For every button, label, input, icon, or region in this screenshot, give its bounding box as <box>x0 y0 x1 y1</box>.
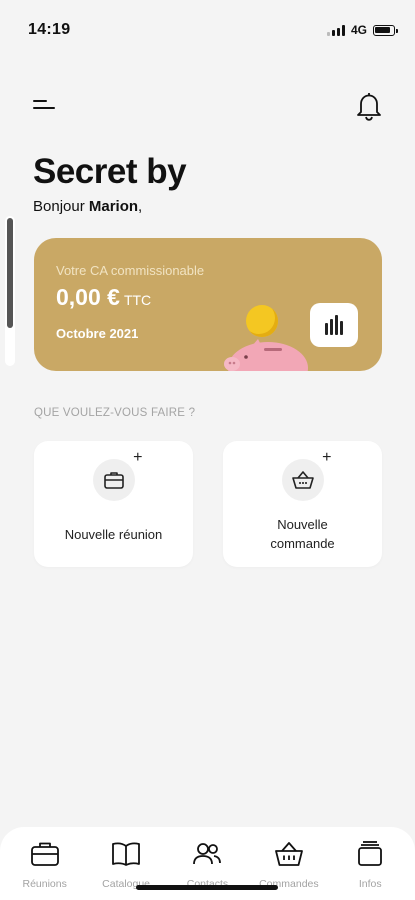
greeting-prefix: Bonjour <box>33 198 85 215</box>
nav-label: Infos <box>358 878 382 890</box>
bell-icon[interactable] <box>355 90 383 122</box>
revenue-amount: 0,00 € TTC <box>56 284 151 311</box>
book-icon <box>112 842 140 866</box>
network-type: 4G <box>350 23 367 37</box>
user-name: Marion <box>88 198 139 215</box>
revenue-label: Votre CA commissionable <box>56 263 205 278</box>
briefcase-plus-icon: + <box>92 449 143 501</box>
stack-icon <box>358 841 383 866</box>
stats-button[interactable] <box>310 303 358 347</box>
bar-chart-icon <box>325 315 343 335</box>
piggy-bank-icon <box>224 339 308 371</box>
nav-item-infos[interactable]: Infos <box>331 840 409 900</box>
signal-icon <box>326 24 345 36</box>
menu-icon[interactable] <box>33 98 57 112</box>
home-indicator[interactable] <box>136 885 278 890</box>
greeting-suffix: , <box>138 198 143 215</box>
page-title: Secret by <box>33 152 187 191</box>
nav-item-reunions[interactable]: Réunions <box>6 840 84 900</box>
new-order-card[interactable]: + Nouvelle commande <box>223 441 382 567</box>
revenue-period: Octobre 2021 <box>56 326 139 341</box>
revenue-value: 0,00 € <box>56 284 120 310</box>
revenue-card[interactable]: Votre CA commissionable 0,00 € TTC Octobr… <box>34 238 382 371</box>
plus-icon: + <box>133 449 143 466</box>
coin-icon <box>246 305 278 337</box>
nav-item-contacts[interactable]: Contacts <box>168 840 246 900</box>
nav-item-commandes[interactable]: Commandes <box>250 840 328 900</box>
nav-item-catalogue[interactable]: Catalogue <box>87 840 165 900</box>
plus-icon: + <box>322 449 332 466</box>
basket-plus-icon: + <box>281 449 332 501</box>
new-order-label: Nouvelle commande <box>270 517 335 551</box>
briefcase-icon <box>30 842 59 866</box>
status-indicators: 4G <box>326 23 398 37</box>
basket-icon <box>274 842 303 866</box>
people-icon <box>193 843 222 865</box>
greeting: Bonjour Marion, <box>33 198 142 215</box>
new-meeting-card[interactable]: + Nouvelle réunion <box>34 441 193 567</box>
status-bar: 14:19 4G <box>0 0 415 60</box>
scroll-indicator[interactable] <box>5 216 15 366</box>
section-title: QUE VOULEZ-VOUS FAIRE ? <box>34 407 196 419</box>
revenue-unit: TTC <box>123 292 152 308</box>
battery-icon <box>373 24 398 36</box>
nav-label: Réunions <box>22 878 67 890</box>
home-screen: 14:19 4G Secret by Bonjour Marion, Votre… <box>0 0 415 900</box>
new-meeting-label: Nouvelle réunion <box>64 527 163 542</box>
scroll-thumb[interactable] <box>7 218 13 328</box>
status-time: 14:19 <box>28 21 71 38</box>
